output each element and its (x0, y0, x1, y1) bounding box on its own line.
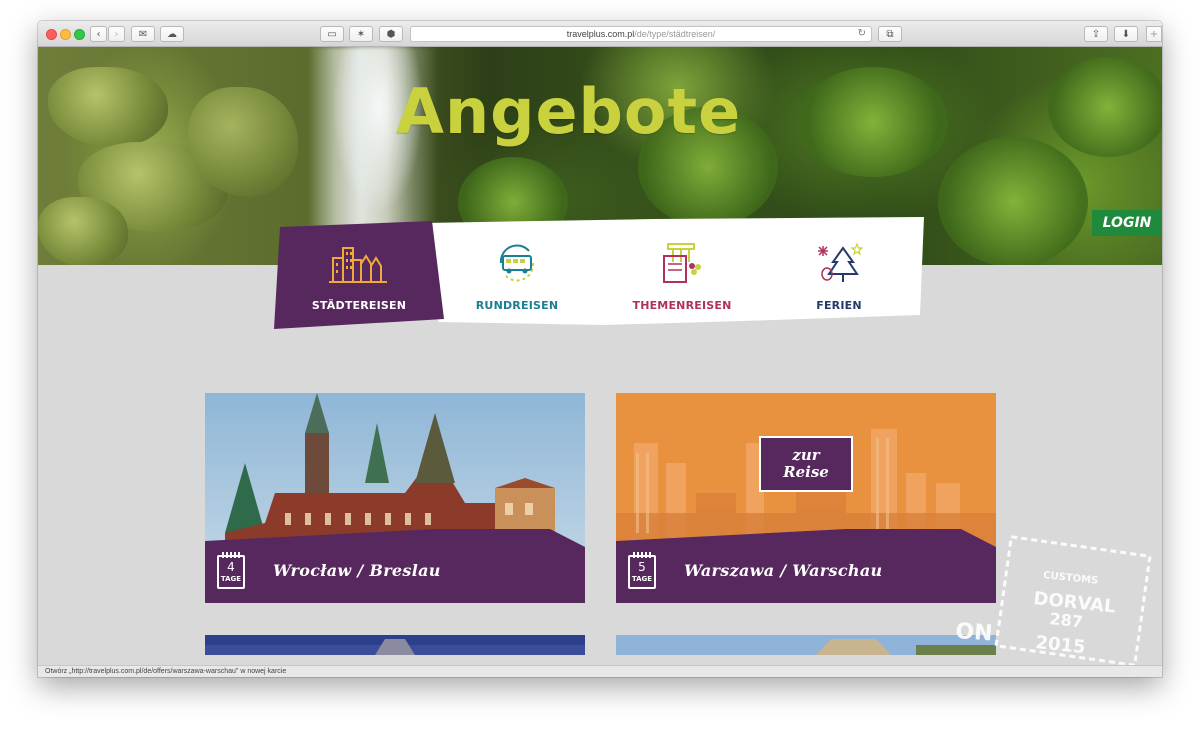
city-buildings-icon (327, 239, 391, 287)
tab-rundreisen[interactable]: RUNDREISEN (442, 217, 592, 329)
days-calendar-icon: 4 TAGE (217, 552, 245, 589)
browser-toolbar: ‹ › ✉ ☁ ▭ ✶ ⬢ travelplus.com.pl/de/type/… (38, 21, 1162, 47)
cloud-icon: ☁ (167, 28, 177, 40)
days-unit: TAGE (631, 575, 653, 583)
url-host: travelplus.com.pl (566, 29, 635, 39)
mail-button[interactable]: ✉ (131, 26, 155, 42)
download-icon: ⬇ (1121, 28, 1131, 40)
star-icon: ✶ (356, 28, 366, 40)
hero-rock (38, 197, 128, 265)
tab-ferien[interactable]: FERIEN (764, 217, 914, 329)
bus-circle-icon (485, 239, 549, 287)
icloud-button[interactable]: ☁ (160, 26, 184, 42)
zur-reise-line1: zur (792, 446, 820, 464)
decorative-stamp: CUSTOMS DORVAL 287 2015 ON (955, 535, 1152, 666)
tab-themenreisen-label: THEMENREISEN (632, 299, 732, 312)
plus-icon: + (1149, 28, 1159, 40)
days-count: 4 (227, 560, 235, 574)
tab-themenreisen[interactable]: THEMENREISEN (602, 217, 762, 329)
offer-title: Wrocław / Breslau (273, 561, 441, 580)
offer-title: Warszawa / Warschau (684, 561, 883, 580)
page-title: Angebote (396, 75, 742, 148)
browser-window: ‹ › ✉ ☁ ▭ ✶ ⬢ travelplus.com.pl/de/type/… (38, 21, 1162, 677)
tab-rundreisen-label: RUNDREISEN (475, 299, 559, 312)
offer-card-wroclaw[interactable]: 4 TAGE Wrocław / Breslau (205, 393, 585, 603)
url-path: /de/type/städtreisen/ (634, 29, 716, 39)
adblock-button[interactable]: ⬢ (379, 26, 403, 42)
tab-staedtereisen-label: STÄDTEREISEN (311, 299, 407, 312)
sidebar-icon: ▭ (327, 28, 337, 40)
chevron-right-icon: › (114, 28, 119, 40)
columns-book-icon (650, 239, 714, 287)
address-bar[interactable]: travelplus.com.pl/de/type/städtreisen/ ↻ (410, 26, 872, 42)
downloads-button[interactable]: ⬇ (1114, 26, 1138, 42)
days-unit: TAGE (220, 575, 242, 583)
tabs-overview-button[interactable]: ⧉ (878, 26, 902, 42)
chevron-left-icon: ‹ (96, 28, 101, 40)
close-window-button[interactable] (46, 29, 57, 40)
stamp-line4: 2015 (1034, 632, 1086, 658)
reload-icon[interactable]: ↻ (858, 27, 866, 41)
zur-reise-line2: Reise (783, 463, 829, 481)
offer-photo-partial (205, 635, 585, 655)
share-button[interactable]: ⇪ (1084, 26, 1108, 42)
share-icon: ⇪ (1091, 28, 1101, 40)
stop-sign-icon: ⬢ (386, 28, 396, 40)
tabs-icon: ⧉ (886, 28, 894, 40)
zur-reise-button[interactable]: zur Reise (759, 436, 853, 492)
stamp-line3: 287 (1049, 609, 1084, 631)
zoom-window-button[interactable] (74, 29, 85, 40)
login-button[interactable]: LOGIN (1092, 210, 1162, 236)
forward-button[interactable]: › (108, 26, 125, 42)
offer-card-partial[interactable] (205, 635, 585, 655)
new-tab-button[interactable]: + (1146, 26, 1162, 42)
tab-ferien-label: FERIEN (816, 299, 862, 312)
days-count: 5 (638, 560, 646, 574)
minimize-window-button[interactable] (60, 29, 71, 40)
reader-button[interactable]: ✶ (349, 26, 373, 42)
days-calendar-icon: 5 TAGE (628, 552, 656, 589)
stamp-line5: ON (955, 619, 994, 647)
hero-foliage (1048, 57, 1162, 157)
hero-foliage (938, 137, 1088, 265)
envelope-icon: ✉ (138, 28, 148, 40)
hero-rock (48, 67, 168, 147)
hero-foliage (798, 67, 948, 177)
tree-fireworks-icon (807, 239, 871, 287)
back-button[interactable]: ‹ (90, 26, 107, 42)
status-bar: Otwórz „http://travelplus.com.pl/de/offe… (38, 665, 1162, 677)
category-nav: STÄDTEREISEN RUNDREISEN THEMENREISEN FER… (274, 217, 924, 329)
stamp-line1: CUSTOMS (1043, 570, 1099, 587)
tab-staedtereisen[interactable]: STÄDTEREISEN (284, 217, 434, 329)
sidebar-button[interactable]: ▭ (320, 26, 344, 42)
